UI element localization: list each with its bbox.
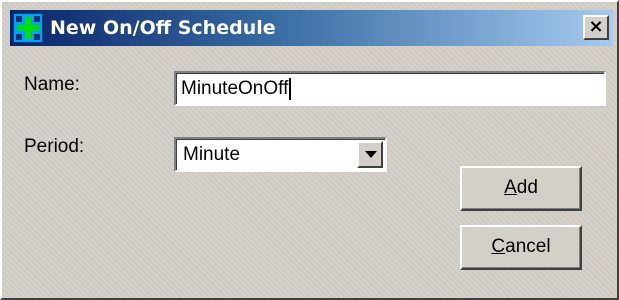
- add-button-label: dd: [516, 177, 538, 198]
- close-button[interactable]: ×: [583, 15, 609, 40]
- cancel-button-mnemonic: C: [491, 236, 506, 257]
- schedule-app-icon: [13, 13, 43, 43]
- period-select-value: Minute: [183, 144, 241, 165]
- name-input[interactable]: MinuteOnOff: [174, 71, 606, 106]
- title-bar[interactable]: New On/Off Schedule ×: [10, 10, 613, 46]
- dialog-title: New On/Off Schedule: [50, 17, 276, 39]
- text-caret: [289, 77, 292, 100]
- cancel-button-label: ancel: [505, 236, 551, 257]
- period-select[interactable]: Minute: [174, 137, 387, 172]
- cancel-button[interactable]: Cancel: [460, 225, 582, 270]
- chevron-down-icon: [365, 151, 377, 158]
- name-label: Name:: [24, 74, 80, 95]
- period-label: Period:: [24, 136, 85, 157]
- add-button-mnemonic: A: [504, 177, 517, 198]
- add-button[interactable]: Add: [460, 166, 582, 211]
- dropdown-arrow-button[interactable]: [357, 141, 383, 168]
- name-input-value: MinuteOnOff: [181, 78, 289, 99]
- new-schedule-dialog: New On/Off Schedule × Name: MinuteOnOff …: [0, 0, 619, 300]
